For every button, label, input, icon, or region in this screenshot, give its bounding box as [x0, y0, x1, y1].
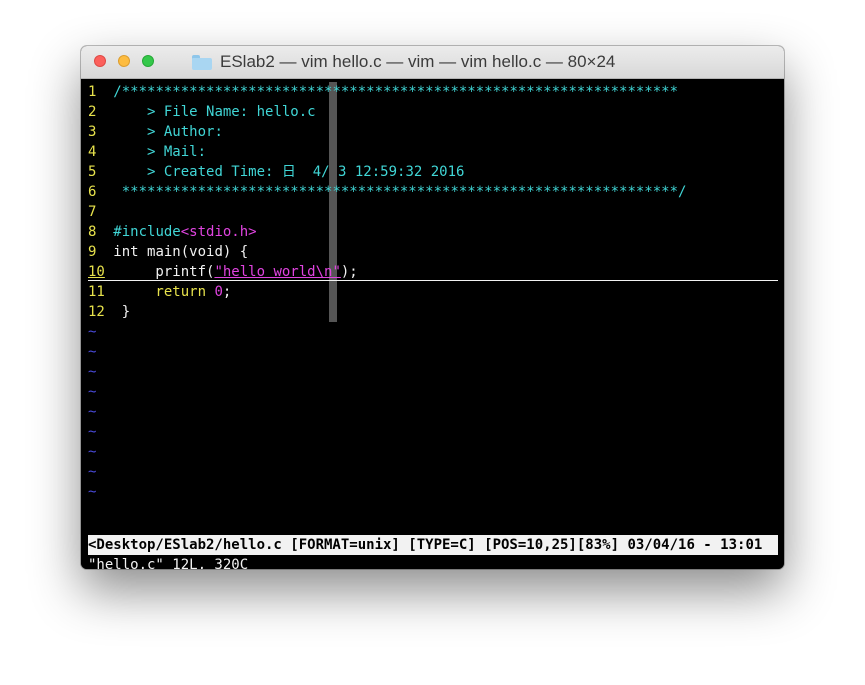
code-line: 3 > Author:: [88, 122, 223, 142]
code-text: /***************************************…: [113, 84, 679, 100]
scrollbar[interactable]: [329, 82, 337, 322]
cursor-line: [88, 280, 778, 281]
line-number: 10: [88, 264, 105, 280]
code-line: 4 > Mail:: [88, 142, 206, 162]
empty-line-tilde: ~: [88, 464, 97, 480]
preproc-keyword: #include: [113, 224, 181, 240]
line-number: 12: [88, 304, 105, 320]
code-text: int main(void) {: [113, 244, 249, 260]
close-button[interactable]: [94, 55, 106, 67]
code-text: }: [121, 304, 131, 320]
title-bar[interactable]: ESlab2 — vim hello.c — vim — vim hello.c…: [81, 46, 784, 79]
code-line: 8 #include<stdio.h>: [88, 222, 257, 242]
code-line: 2 > File Name: hello.c: [88, 102, 316, 122]
line-number: 11: [88, 284, 105, 300]
code-text: > Created Time: 日 4/ 3 12:59:32 2016: [113, 164, 465, 180]
empty-line-tilde: ~: [88, 424, 97, 440]
code-text: ****************************************…: [113, 184, 687, 200]
line-number: 7: [88, 204, 97, 220]
command-message: "hello.c" 12L, 320C: [88, 557, 249, 569]
minimize-button[interactable]: [118, 55, 130, 67]
code-text: ;: [222, 284, 232, 300]
code-line: 11 return 0;: [88, 282, 231, 302]
window-title-group: ESlab2 — vim hello.c — vim — vim hello.c…: [192, 46, 615, 78]
code-text: printf(: [121, 264, 215, 280]
return-keyword: return: [121, 284, 215, 300]
code-text: );: [340, 264, 358, 280]
empty-line-tilde: ~: [88, 344, 97, 360]
maximize-button[interactable]: [142, 55, 154, 67]
empty-line-tilde: ~: [88, 384, 97, 400]
code-line-current: 10 printf("hello world\n");: [88, 262, 358, 282]
terminal-window: ESlab2 — vim hello.c — vim — vim hello.c…: [81, 46, 784, 569]
status-line: <Desktop/ESlab2/hello.c [FORMAT=unix] [T…: [88, 535, 778, 555]
code-line: 5 > Created Time: 日 4/ 3 12:59:32 2016: [88, 162, 464, 182]
empty-line-tilde: ~: [88, 404, 97, 420]
terminal-content[interactable]: 1 /*************************************…: [81, 79, 784, 569]
folder-icon: [192, 54, 212, 70]
code-line: 6 **************************************…: [88, 182, 686, 202]
window-title: ESlab2 — vim hello.c — vim — vim hello.c…: [220, 52, 616, 71]
empty-line-tilde: ~: [88, 324, 97, 340]
code-line: 12 }: [88, 302, 130, 322]
code-line: 7: [88, 202, 96, 222]
code-text: > Author:: [113, 124, 223, 140]
number-literal: 0: [214, 284, 223, 300]
code-line: 9 int main(void) {: [88, 242, 248, 262]
code-line: 1 /*************************************…: [88, 82, 678, 102]
code-text: > Mail:: [113, 144, 207, 160]
empty-line-tilde: ~: [88, 444, 97, 460]
string-literal: "hello world\n": [214, 264, 341, 280]
empty-line-tilde: ~: [88, 364, 97, 380]
code-text: > File Name: hello.c: [113, 104, 316, 120]
include-path: <stdio.h>: [180, 224, 257, 240]
empty-line-tilde: ~: [88, 484, 97, 500]
